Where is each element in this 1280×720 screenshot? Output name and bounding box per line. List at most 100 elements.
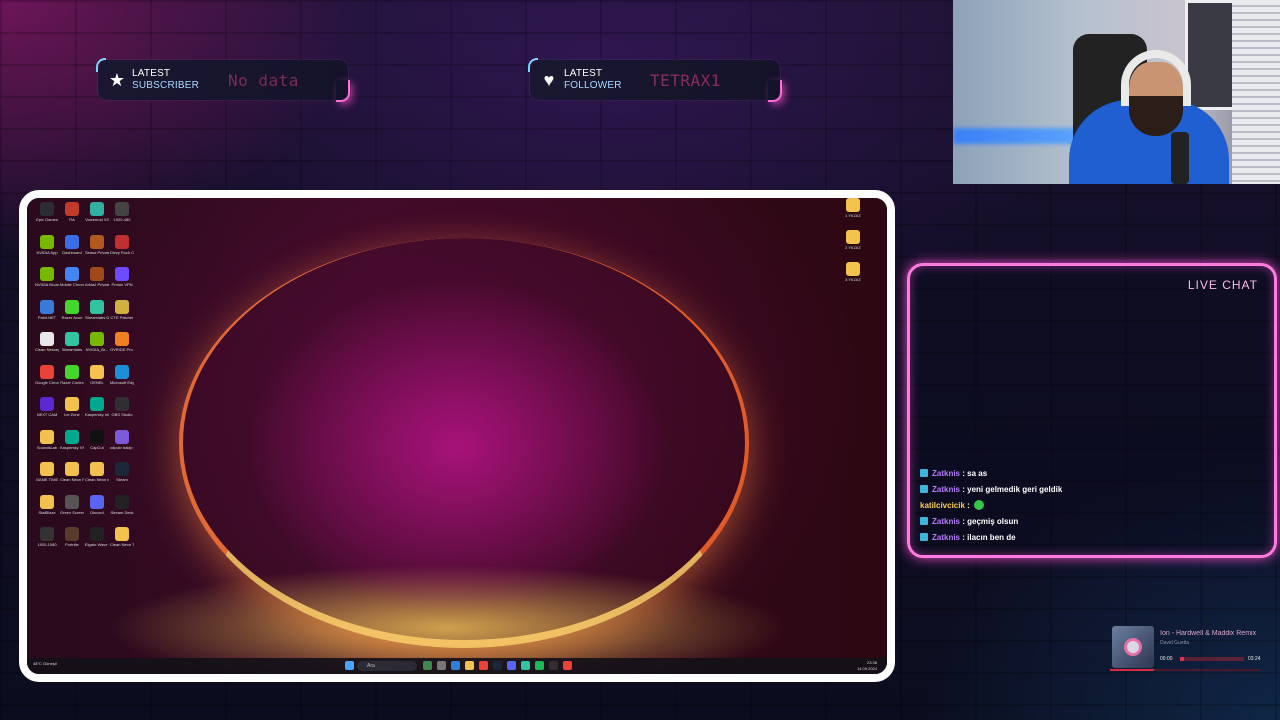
desktop-icon-glyph xyxy=(90,364,104,379)
chat-username[interactable]: Zatknis xyxy=(932,533,960,542)
streamlabs-icon[interactable] xyxy=(521,661,530,670)
chat-username[interactable]: Zatknis xyxy=(932,469,960,478)
desktop-icon[interactable]: CTE Patcher xyxy=(110,299,134,320)
desktop-icon[interactable]: Clean Neon Panels xyxy=(60,462,84,482)
desktop-icon[interactable]: Clean Neon intermission xyxy=(85,462,109,482)
desktop-icon-glyph xyxy=(65,234,79,249)
desktop-icon[interactable]: Discord xyxy=(85,494,109,515)
folder-label: 3 YILDIZ xyxy=(845,277,861,282)
chat-message: katilcivcicik : xyxy=(920,500,985,512)
desktop-icon-glyph xyxy=(90,429,104,444)
desktop-icon-glyph xyxy=(115,202,129,216)
desktop-icon[interactable]: NVIDIA Broadcast xyxy=(35,267,59,287)
desktop-icon[interactable]: OVRIDE Pro Desktop xyxy=(110,332,134,352)
obs-icon[interactable] xyxy=(549,661,558,670)
desktop-icon[interactable]: OBS Studio xyxy=(110,397,134,417)
desktop-icon[interactable]: NVIDIA App xyxy=(35,234,59,255)
folder-icon[interactable]: 3 YILDIZ xyxy=(841,262,865,282)
desktop-icon[interactable]: Google Chrome xyxy=(35,364,59,385)
desktop-icon[interactable]: Proton VPN xyxy=(110,267,134,287)
desktop-icon[interactable]: Clean Neon Twitch Chat xyxy=(110,527,134,547)
desktop-icon[interactable]: NVIDIA_Br... xyxy=(85,332,109,352)
desktop-icon-glyph xyxy=(115,527,129,541)
desktop-icon-label: Razer Axon xyxy=(61,314,83,320)
desktop-icon[interactable]: Streamlabs xyxy=(60,332,84,352)
desktop-icon[interactable]: 1920-1080 xyxy=(35,527,59,547)
folder-glyph xyxy=(846,198,860,212)
taskbar-app-icon[interactable] xyxy=(423,661,432,670)
chat-username[interactable]: katilcivcicik xyxy=(920,501,965,510)
desktop-icon[interactable]: Microsoft Edge xyxy=(110,364,134,385)
app-icon[interactable] xyxy=(563,661,572,670)
desktop-icon-label: 1920-1080 xyxy=(37,542,57,547)
taskbar-weather[interactable]: 48°C Güneşli xyxy=(33,661,57,666)
desktop-icon[interactable]: Streamlabs Desktop xyxy=(85,299,109,320)
desktop-icon-label: Streamlabs xyxy=(61,347,83,352)
desktop-icon[interactable]: Razer Cortex xyxy=(60,364,84,385)
desktop-icon[interactable]: Kaspersky VPN xyxy=(60,429,84,450)
desktop-icon[interactable]: 1920-480 xyxy=(110,202,134,222)
desktop-icon-glyph xyxy=(115,429,129,444)
desktop-icon[interactable]: Paint.NET xyxy=(35,299,59,320)
steam-icon[interactable] xyxy=(493,661,502,670)
live-chat-title: LIVE CHAT xyxy=(1187,278,1258,292)
song-progress-bar xyxy=(1180,657,1244,661)
desktop-icon[interactable]: Clean Nesnegmen xyxy=(35,332,59,352)
desktop-icon[interactable]: Elgato Wave Link xyxy=(85,527,109,547)
desktop-icon-label: NVIDIA App xyxy=(36,249,58,255)
folder-label: 2 YILDIZ xyxy=(845,245,861,250)
desktop-icon[interactable]: Steam xyxy=(110,462,134,482)
folder-icon[interactable]: 2 YILDIZ xyxy=(841,230,865,250)
widget-corner-glow xyxy=(336,80,350,102)
desktop-icon[interactable]: Voicemod V3 xyxy=(85,202,109,222)
desktop-icon-glyph xyxy=(90,234,104,249)
desktop-icon[interactable]: cdpckr bakip tamam xyxy=(110,429,134,450)
discord-icon[interactable] xyxy=(507,661,516,670)
desktop-icon[interactable]: Stream Deck xyxy=(110,494,134,515)
file-explorer-icon[interactable] xyxy=(465,661,474,670)
song-time-current: 00:00 xyxy=(1160,656,1173,662)
desktop-icon[interactable]: Seasd Private Server xyxy=(85,234,109,255)
desktop-icon[interactable]: Dashboard xyxy=(60,234,84,255)
desktop-icon-glyph xyxy=(40,462,54,476)
chat-message: Zatknis : geçmiş olsun xyxy=(920,516,1018,528)
desktop-icon[interactable]: Green Screen 60s assets xyxy=(60,494,84,515)
desktop-icon[interactable]: GAME TIME xyxy=(35,462,59,482)
taskbar-search[interactable]: Ara xyxy=(357,661,417,671)
desktop-icon[interactable]: GENEL xyxy=(85,364,109,385)
chat-username[interactable]: Zatknis xyxy=(932,485,960,494)
edge-icon[interactable] xyxy=(451,661,460,670)
windows-start-icon[interactable] xyxy=(345,661,354,670)
latest-subscriber-widget: ★ LATEST SUBSCRIBER No data xyxy=(96,58,350,102)
desktop-icon[interactable]: CapCut xyxy=(85,429,109,450)
desktop-icon-label: Clean Nesnegmen xyxy=(35,347,59,352)
desktop-icon[interactable]: Ice Zone xyxy=(60,397,84,417)
folder-icon[interactable]: 1 YILDIZ xyxy=(841,198,865,218)
desktop-icon-label: Kaspersky VPN xyxy=(60,444,84,450)
desktop-icon-label: Epic Games xyxy=(36,217,58,222)
desktop-icon[interactable]: SoundsLab xyxy=(35,429,59,450)
desktop-icon[interactable]: RA xyxy=(60,202,84,222)
chat-username[interactable]: Zatknis xyxy=(932,517,960,526)
widget-corner-accent xyxy=(528,58,538,72)
task-view-icon[interactable] xyxy=(437,661,446,670)
desktop-icon-label: Mobile Chrome xyxy=(60,282,84,287)
desktop-icon[interactable]: Mobile Chrome xyxy=(60,267,84,287)
taskbar-date: 14.09.2024 xyxy=(856,666,877,671)
desktop-icon-glyph xyxy=(65,429,79,444)
desktop-icon[interactable]: StatBlaze xyxy=(35,494,59,515)
desktop-icon[interactable]: Fortnite xyxy=(60,527,84,547)
desktop-icon[interactable]: Razer Axon xyxy=(60,299,84,320)
desktop-icon[interactable]: Kaspersky Internet... xyxy=(85,397,109,417)
taskbar-clock[interactable]: 23:38 14.09.2024 xyxy=(857,660,877,672)
chrome-icon[interactable] xyxy=(479,661,488,670)
desktop-icon-glyph xyxy=(40,527,54,541)
desktop-icon[interactable]: Dizzy Rock Calendar xyxy=(110,234,134,255)
chat-text: ilacın ben de xyxy=(967,533,1016,542)
desktop-icon[interactable]: Arkla2 Private Server xyxy=(85,267,109,287)
desktop-icon[interactable]: NEXT CAM xyxy=(35,397,59,417)
desktop-icon-label: GENEL xyxy=(90,379,104,385)
desktop-icon-glyph xyxy=(40,299,54,314)
spotify-icon[interactable] xyxy=(535,661,544,670)
desktop-icon[interactable]: Epic Games xyxy=(35,202,59,222)
